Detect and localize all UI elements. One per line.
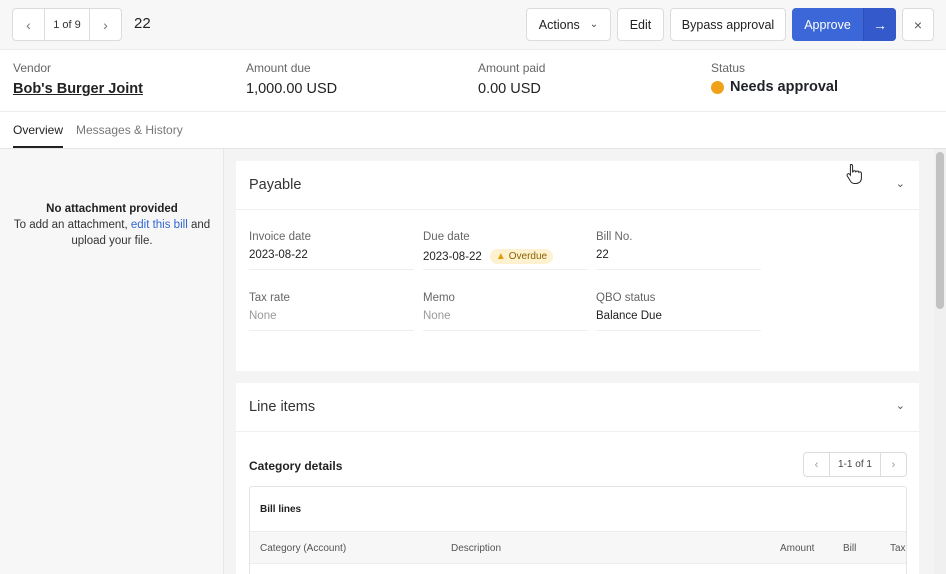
- amount-due-summary: Amount due 1,000.00 USD: [246, 61, 337, 97]
- status-dot-icon: [711, 80, 724, 94]
- approve-label: Approve: [804, 17, 851, 32]
- invoice-date-value: 2023-08-22: [249, 249, 308, 261]
- chevron-left-icon: ‹: [814, 458, 819, 471]
- status-badge: Needs approval: [711, 79, 838, 95]
- vertical-scrollbar[interactable]: [934, 149, 946, 574]
- actions-label: Actions: [538, 17, 580, 32]
- field-divider: [423, 269, 588, 270]
- category-prev-button[interactable]: ‹: [804, 453, 830, 476]
- line-items-card: Line items ⌄ Category details ‹ 1-1 of 1…: [236, 383, 919, 574]
- next-record-button[interactable]: ›: [89, 9, 121, 40]
- actions-dropdown-button[interactable]: Actions ⌄: [526, 8, 611, 41]
- tax-rate-label: Tax rate: [249, 292, 290, 304]
- chevron-down-icon: ⌄: [589, 19, 599, 30]
- close-icon: ×: [913, 16, 923, 33]
- bypass-approval-button[interactable]: Bypass approval: [670, 8, 786, 41]
- payable-card: Payable ⌄ Invoice date 2023-08-22 Due da…: [236, 161, 919, 371]
- no-attachment-message: No attachment provided To add an attachm…: [0, 201, 224, 249]
- chevron-down-icon[interactable]: ⌄: [896, 177, 905, 190]
- amount-paid-value: 0.00 USD: [478, 81, 541, 97]
- column-header-description[interactable]: Description: [451, 543, 501, 554]
- attachment-help-text-start: To add an attachment,: [13, 219, 131, 231]
- status-label: Status: [711, 61, 746, 75]
- vendor-link[interactable]: Bob's Burger Joint: [13, 81, 143, 97]
- column-header-amount[interactable]: Amount: [780, 543, 814, 554]
- close-button[interactable]: ×: [902, 8, 934, 41]
- field-divider: [596, 330, 761, 331]
- record-pager: ‹ 1 of 9 ›: [12, 8, 122, 41]
- bill-number-value: 22: [596, 249, 609, 261]
- field-divider: [596, 269, 761, 270]
- amount-paid-label: Amount paid: [478, 61, 546, 75]
- tab-messages-history[interactable]: Messages & History: [76, 123, 183, 137]
- field-divider: [423, 330, 588, 331]
- tax-rate-field: Tax rate None: [249, 292, 414, 331]
- memo-field: Memo None: [423, 292, 588, 331]
- edit-bill-link[interactable]: edit this bill: [131, 219, 188, 231]
- approve-next-arrow-icon[interactable]: →: [863, 8, 896, 41]
- bill-number-field: Bill No. 22: [596, 231, 761, 270]
- field-divider: [249, 269, 414, 270]
- column-header-category[interactable]: Category (Account): [260, 543, 346, 554]
- category-next-button[interactable]: ›: [880, 453, 906, 476]
- vendor-summary: Vendor Bob's Burger Joint: [13, 61, 143, 97]
- qbo-status-label: QBO status: [596, 292, 656, 304]
- bill-summary: Vendor Bob's Burger Joint Amount due 1,0…: [0, 50, 946, 112]
- bill-number-label: Bill No.: [596, 231, 633, 243]
- column-header-bill[interactable]: Bill: [843, 543, 856, 554]
- details-area: Payable ⌄ Invoice date 2023-08-22 Due da…: [224, 149, 946, 574]
- amount-due-label: Amount due: [246, 61, 311, 75]
- line-items-title: Line items: [249, 399, 316, 415]
- qbo-status-field: QBO status Balance Due: [596, 292, 761, 331]
- scrollbar-thumb[interactable]: [936, 152, 944, 309]
- record-pager-count: 1 of 9: [53, 18, 81, 31]
- overdue-badge-label: Overdue: [508, 251, 548, 262]
- chevron-right-icon: ›: [891, 458, 896, 471]
- record-id: 22: [134, 15, 151, 32]
- bill-lines-table: Bill lines Category (Account) Descriptio…: [249, 486, 907, 574]
- invoice-date-label: Invoice date: [249, 231, 312, 243]
- column-header-tax[interactable]: Tax: [890, 543, 906, 554]
- chevron-down-icon[interactable]: ⌄: [896, 399, 905, 412]
- tab-bar: Overview Messages & History: [0, 112, 946, 149]
- chevron-left-icon: ‹: [26, 16, 31, 33]
- category-pager-count: 1-1 of 1: [838, 459, 872, 470]
- payable-card-header[interactable]: Payable ⌄: [236, 161, 919, 210]
- invoice-date-field: Invoice date 2023-08-22: [249, 231, 414, 270]
- field-divider: [249, 330, 414, 331]
- chevron-right-icon: ›: [103, 16, 108, 33]
- status-summary: Status Needs approval: [711, 61, 838, 95]
- amount-paid-summary: Amount paid 0.00 USD: [478, 61, 545, 97]
- due-date-label: Due date: [423, 231, 470, 243]
- edit-button[interactable]: Edit: [617, 8, 664, 41]
- tax-rate-value: None: [249, 310, 277, 322]
- vendor-label: Vendor: [13, 61, 52, 75]
- no-attachment-title: No attachment provided: [46, 203, 178, 215]
- approve-button[interactable]: Approve →: [792, 8, 896, 41]
- qbo-status-value: Balance Due: [596, 310, 662, 322]
- category-pager: ‹ 1-1 of 1 ›: [803, 452, 907, 477]
- hand-pointer-cursor-icon: [846, 163, 862, 184]
- amount-due-value: 1,000.00 USD: [246, 81, 338, 97]
- memo-value: None: [423, 310, 451, 322]
- previous-record-button[interactable]: ‹: [13, 9, 45, 40]
- status-value: Needs approval: [730, 79, 838, 95]
- category-details-title: Category details: [249, 459, 343, 473]
- due-date-value: 2023-08-22: [423, 250, 482, 263]
- due-date-field: Due date 2023-08-22 ▲ Overdue: [423, 231, 588, 270]
- warning-icon: ▲: [495, 251, 506, 262]
- top-toolbar: ‹ 1 of 9 › 22 Actions ⌄ Edit Bypass appr…: [0, 0, 946, 50]
- tab-overview[interactable]: Overview: [13, 123, 63, 137]
- bill-lines-header: Category (Account) Description Amount Bi…: [250, 531, 906, 564]
- attachment-panel: No attachment provided To add an attachm…: [0, 149, 224, 574]
- overdue-badge: ▲ Overdue: [489, 249, 554, 264]
- due-date-value-row: 2023-08-22 ▲ Overdue: [423, 249, 588, 264]
- active-tab-indicator: [13, 146, 63, 148]
- bill-lines-title: Bill lines: [260, 504, 302, 515]
- line-items-card-header[interactable]: Line items ⌄: [236, 383, 919, 432]
- memo-label: Memo: [423, 292, 455, 304]
- payable-title: Payable: [249, 177, 302, 193]
